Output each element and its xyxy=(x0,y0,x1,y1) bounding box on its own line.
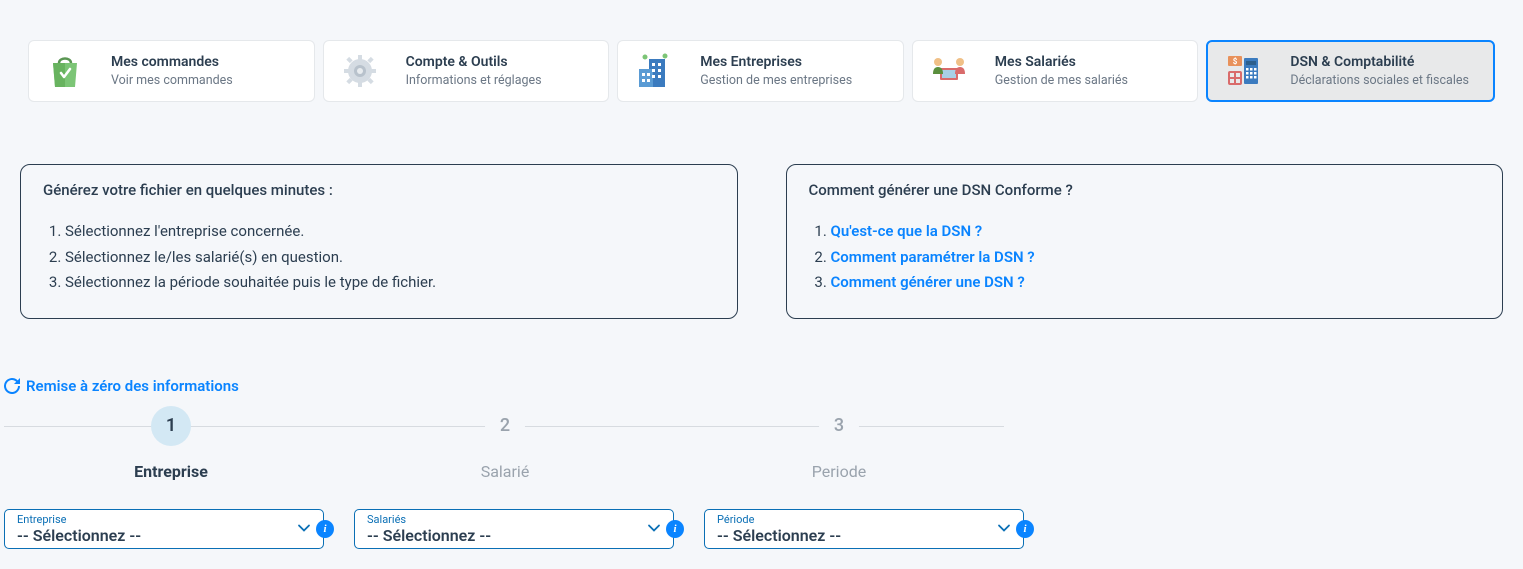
tab-dsn-comptabilite[interactable]: $ DSN & Comptabilité Déclarations social… xyxy=(1206,40,1495,102)
tab-subtitle: Informations et réglages xyxy=(406,73,542,89)
panel-help: Comment générer une DSN Conforme ? Qu'es… xyxy=(786,164,1504,319)
shopping-bag-icon xyxy=(45,52,85,90)
help-item: Comment générer une DSN ? xyxy=(831,270,1481,296)
help-link-generate-dsn[interactable]: Comment générer une DSN ? xyxy=(831,273,1025,291)
select-value: -- Sélectionnez -- xyxy=(17,526,287,545)
select-periode[interactable]: Période -- Sélectionnez -- xyxy=(704,509,1024,549)
step-entreprise[interactable]: 1 Entreprise xyxy=(4,406,338,481)
panel-heading: Générez votre fichier en quelques minute… xyxy=(43,181,715,199)
tab-mes-entreprises[interactable]: Mes Entreprises Gestion de mes entrepris… xyxy=(617,40,904,102)
tab-mes-commandes[interactable]: Mes commandes Voir mes commandes xyxy=(28,40,315,102)
select-label: Période xyxy=(717,514,987,526)
info-icon[interactable]: i xyxy=(316,520,334,538)
select-group-entreprise: Entreprise -- Sélectionnez -- i xyxy=(4,509,324,549)
tab-subtitle: Gestion de mes entreprises xyxy=(700,73,852,89)
step-number: 2 xyxy=(485,406,525,446)
info-icon[interactable]: i xyxy=(1016,520,1034,538)
select-label: Salariés xyxy=(367,514,637,526)
chevron-down-icon xyxy=(297,519,311,538)
tab-subtitle: Gestion de mes salariés xyxy=(995,73,1128,89)
select-label: Entreprise xyxy=(17,514,287,526)
instruction-item: Sélectionnez la période souhaitée puis l… xyxy=(65,270,715,296)
selects-row: Entreprise -- Sélectionnez -- i Salariés… xyxy=(0,481,1523,569)
select-value: -- Sélectionnez -- xyxy=(717,526,987,545)
reset-link[interactable]: Remise à zéro des informations xyxy=(4,377,239,395)
step-periode[interactable]: 3 Periode xyxy=(672,406,1006,481)
help-link-what-is-dsn[interactable]: Qu'est-ce que la DSN ? xyxy=(831,222,983,240)
tab-compte-outils[interactable]: Compte & Outils Informations et réglages xyxy=(323,40,610,102)
info-icon[interactable]: i xyxy=(666,520,684,538)
tab-subtitle: Déclarations sociales et fiscales xyxy=(1290,73,1469,89)
gear-icon xyxy=(340,52,380,90)
instruction-item: Sélectionnez le/les salarié(s) en questi… xyxy=(65,245,715,271)
refresh-icon xyxy=(4,378,20,394)
tab-title: DSN & Comptabilité xyxy=(1290,53,1469,71)
select-value: -- Sélectionnez -- xyxy=(367,526,637,545)
tab-subtitle: Voir mes commandes xyxy=(111,73,233,89)
tab-title: Mes Salariés xyxy=(995,53,1128,71)
tab-mes-salaries[interactable]: Mes Salariés Gestion de mes salariés xyxy=(912,40,1199,102)
help-item: Qu'est-ce que la DSN ? xyxy=(831,219,1481,245)
select-entreprise[interactable]: Entreprise -- Sélectionnez -- xyxy=(4,509,324,549)
tab-title: Compte & Outils xyxy=(406,53,542,71)
svg-text:$: $ xyxy=(1233,57,1238,66)
step-label: Entreprise xyxy=(4,462,338,481)
top-nav-tabs: Mes commandes Voir mes commandes Com xyxy=(0,0,1523,102)
step-number: 3 xyxy=(819,406,859,446)
chevron-down-icon xyxy=(647,519,661,538)
select-group-periode: Période -- Sélectionnez -- i xyxy=(704,509,1024,549)
reset-label: Remise à zéro des informations xyxy=(26,377,239,395)
step-label: Periode xyxy=(672,462,1006,481)
instruction-item: Sélectionnez l'entreprise concernée. xyxy=(65,219,715,245)
select-group-salaries: Salariés -- Sélectionnez -- i xyxy=(354,509,674,549)
employees-icon xyxy=(929,52,969,90)
panel-instructions: Générez votre fichier en quelques minute… xyxy=(20,164,738,319)
stepper: 1 Entreprise 2 Salarié 3 Periode xyxy=(0,406,1523,481)
buildings-icon xyxy=(634,52,674,90)
select-salaries[interactable]: Salariés -- Sélectionnez -- xyxy=(354,509,674,549)
chevron-down-icon xyxy=(997,519,1011,538)
panel-heading: Comment générer une DSN Conforme ? xyxy=(809,181,1481,199)
tab-title: Mes commandes xyxy=(111,53,233,71)
tab-title: Mes Entreprises xyxy=(700,53,852,71)
help-item: Comment paramétrer la DSN ? xyxy=(831,245,1481,271)
step-salarie[interactable]: 2 Salarié xyxy=(338,406,672,481)
help-link-configure-dsn[interactable]: Comment paramétrer la DSN ? xyxy=(831,248,1035,266)
step-label: Salarié xyxy=(338,462,672,481)
step-number: 1 xyxy=(151,406,191,446)
info-panels: Générez votre fichier en quelques minute… xyxy=(0,102,1523,319)
accounting-icon: $ xyxy=(1224,52,1264,90)
